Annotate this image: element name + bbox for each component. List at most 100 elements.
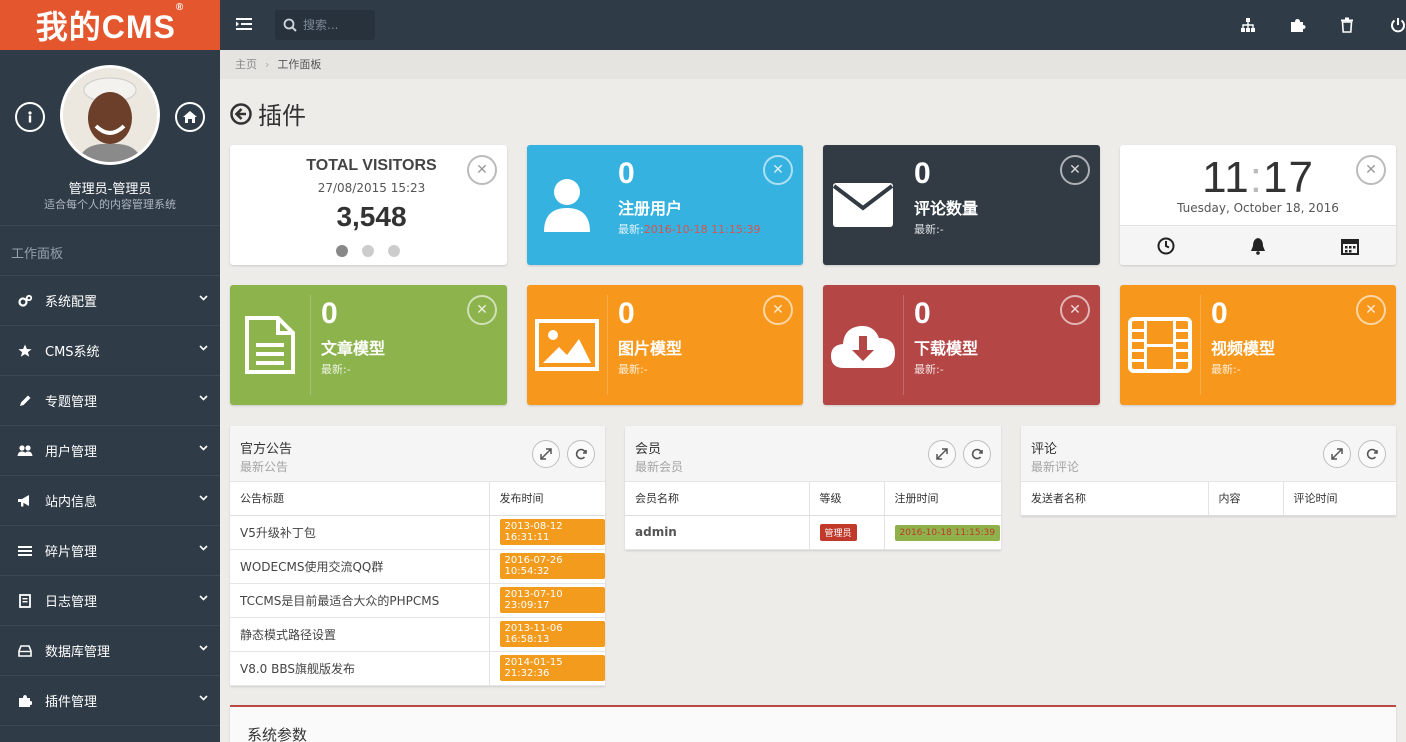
notice-title[interactable]: TCCMS是目前最适合大众的PHPCMS [230,583,489,618]
expand-button[interactable] [1323,440,1351,468]
stat-label: 下载模型 [914,339,979,358]
stat-label: 视频模型 [1211,339,1276,358]
bell-icon[interactable] [1249,237,1267,255]
close-button[interactable]: ✕ [467,295,497,325]
stat-card-videos: 0 视频模型 最新:- ✕ [1120,285,1396,405]
stat-label: 文章模型 [321,339,386,358]
nav-item-topics[interactable]: 专题管理 [0,376,220,426]
stat-meta: 最新:2016-10-18 11:15:39 [618,221,761,237]
menu-toggle-icon [236,18,252,30]
stat-meta-value: 2016-10-18 11:15:39 [643,223,761,236]
refresh-button[interactable] [567,440,595,468]
expand-button[interactable] [928,440,956,468]
table-row[interactable]: WODECMS使用交流QQ群 2016-07-26 10:54:32 [230,549,605,584]
table-row[interactable]: V8.0 BBS旗舰版发布 2014-01-15 21:32:36 [230,651,605,686]
close-button[interactable]: ✕ [1356,295,1386,325]
plugin-button[interactable] [1290,17,1306,33]
trash-button[interactable] [1340,17,1354,33]
table-row[interactable]: 静态模式路径设置 2013-11-06 16:58:13 [230,617,605,652]
calendar-icon[interactable] [1341,237,1359,255]
notice-title[interactable]: V5升级补丁包 [230,515,489,550]
clock-card: 11:17 Tuesday, October 18, 2016 ✕ [1120,145,1396,265]
close-button[interactable]: ✕ [763,295,793,325]
nav-item-users[interactable]: 用户管理 [0,426,220,476]
info-icon [28,111,32,123]
table-row[interactable]: TCCMS是目前最适合大众的PHPCMS 2013-07-10 23:09:17 [230,583,605,618]
carousel-dot[interactable] [336,245,348,257]
clock-icon[interactable] [1157,237,1175,255]
close-icon: ✕ [476,302,488,318]
table-row[interactable]: admin 管理员 2016-10-18 11:15:39 [625,515,1001,550]
sitemap-button[interactable] [1240,17,1256,33]
nav-item-messages[interactable]: 站内信息 [0,476,220,526]
search-box[interactable] [275,10,375,40]
refresh-icon [971,448,983,460]
chevron-down-icon [199,345,208,351]
topbar [220,0,1406,50]
column-header[interactable]: 发布时间 [488,482,605,516]
carousel-dot[interactable] [362,245,374,257]
close-button[interactable]: ✕ [1060,155,1090,185]
nav-item-system-config[interactable]: 系统配置 [0,276,220,326]
power-button[interactable] [1390,17,1406,33]
search-input[interactable] [303,18,363,32]
column-header[interactable]: 内容 [1207,482,1283,516]
breadcrumb-current: 工作面板 [277,58,322,71]
member-name[interactable]: admin [625,515,809,550]
notice-title[interactable]: WODECMS使用交流QQ群 [230,549,489,584]
stat-meta-prefix: 最新: [618,363,644,376]
nav-section-label: 工作面板 [0,226,220,276]
notices-table: 公告标题 发布时间 V5升级补丁包 2013-08-12 16:31:11 WOD… [230,482,605,686]
home-button[interactable] [175,102,205,132]
close-icon: ✕ [1365,162,1377,178]
table-row[interactable]: V5升级补丁包 2013-08-12 16:31:11 [230,515,605,550]
refresh-button[interactable] [963,440,991,468]
column-header[interactable]: 会员名称 [625,482,809,516]
column-header[interactable]: 评论时间 [1282,482,1396,516]
nav-item-fragments[interactable]: 碎片管理 [0,526,220,576]
expand-button[interactable] [532,440,560,468]
comments-table: 发送者名称 内容 评论时间 [1021,482,1396,516]
logo[interactable]: 我的CMS® [0,0,220,50]
nav-item-plugins[interactable]: 插件管理 [0,676,220,726]
breadcrumb-home[interactable]: 主页 [235,58,257,71]
visitors-date: 27/08/2015 15:23 [317,181,426,195]
stat-meta-value: - [939,223,944,236]
stat-number: 0 [914,157,931,190]
menu-toggle-button[interactable] [236,17,252,31]
column-header[interactable]: 等级 [808,482,884,516]
date-badge: 2013-08-12 16:31:11 [499,519,605,545]
chevron-down-icon [199,645,208,651]
avatar[interactable] [60,65,160,165]
close-button[interactable]: ✕ [1356,155,1386,185]
nav-label: CMS系统 [45,345,100,360]
nav-item-database[interactable]: 数据库管理 [0,626,220,676]
expand-icon [540,448,552,460]
stat-meta: 最新:- [1211,361,1241,377]
nav-label: 日志管理 [45,595,98,610]
search-icon [283,18,297,32]
stat-meta-prefix: 最新: [321,363,347,376]
date-badge: 2013-07-10 23:09:17 [499,587,605,613]
close-button[interactable]: ✕ [467,155,497,185]
stat-number: 0 [1211,297,1228,330]
info-button[interactable] [15,102,45,132]
members-table: 会员名称 等级 注册时间 admin 管理员 2016-10-18 11:15:… [625,482,1001,550]
expand-icon [936,448,948,460]
column-header[interactable]: 发送者名称 [1021,482,1208,516]
nav-item-cms[interactable]: CMS系统 [0,326,220,376]
close-button[interactable]: ✕ [763,155,793,185]
nav-item-logs[interactable]: 日志管理 [0,576,220,626]
column-header[interactable]: 公告标题 [230,482,489,516]
notice-title[interactable]: V8.0 BBS旗舰版发布 [230,651,489,686]
stat-meta: 最新:- [321,361,351,377]
back-circle-icon[interactable] [230,102,252,125]
close-button[interactable]: ✕ [1060,295,1090,325]
refresh-button[interactable] [1358,440,1386,468]
carousel-dot[interactable] [388,245,400,257]
hdd-icon [17,643,33,659]
column-header[interactable]: 注册时间 [883,482,1001,516]
date-badge: 2013-11-06 16:58:13 [499,621,605,647]
nav-label: 插件管理 [45,695,98,710]
notice-title[interactable]: 静态模式路径设置 [230,617,489,652]
